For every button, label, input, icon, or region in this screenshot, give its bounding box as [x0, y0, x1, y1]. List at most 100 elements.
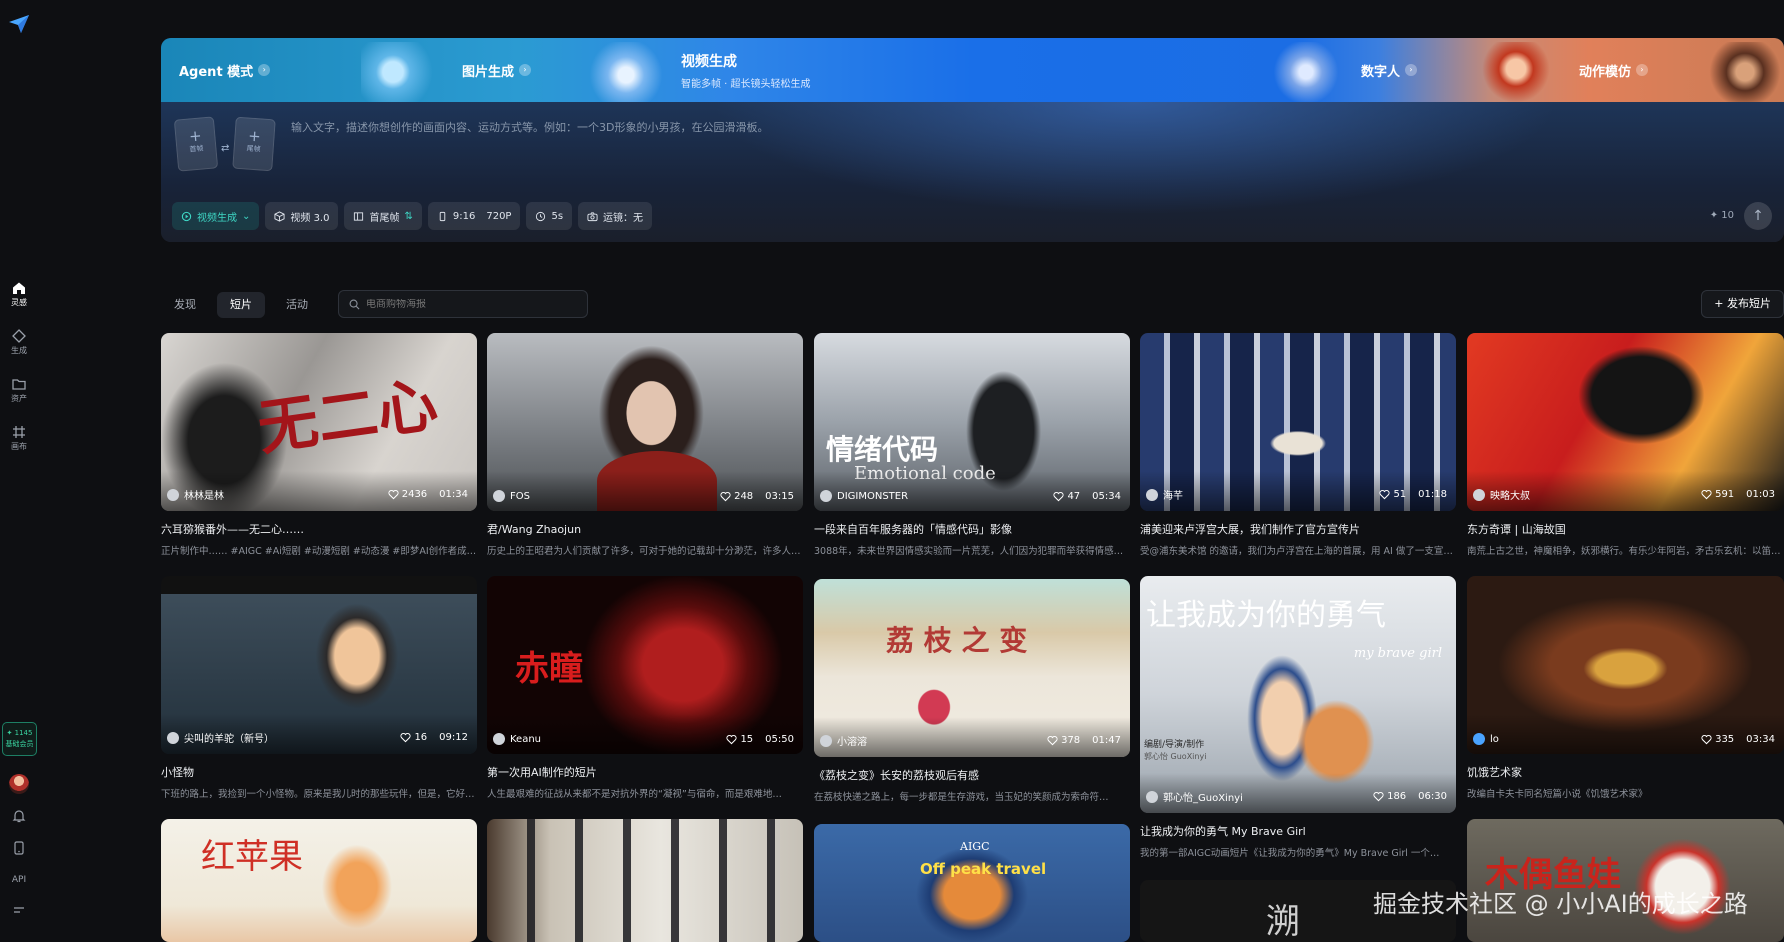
video-thumbnail[interactable]: 荔 枝 之 变 小溶溶 378 01:47	[814, 579, 1130, 757]
card-title[interactable]: 东方奇谭 | 山海故国	[1467, 521, 1784, 537]
video-thumbnail[interactable]: 木偶鱼娃	[1467, 819, 1784, 942]
author-name[interactable]: FOS	[510, 491, 720, 502]
author-name[interactable]: 林林是林	[184, 487, 388, 502]
card-title[interactable]: 浦美迎来卢浮宫大展，我们制作了官方宣传片	[1140, 521, 1456, 537]
tab-events[interactable]: 活动	[273, 292, 321, 318]
thumbnail-title-art: 溯	[1266, 902, 1300, 942]
sidebar-item-assets[interactable]: 资产	[0, 377, 38, 404]
card-title[interactable]: 第一次用AI制作的短片	[487, 764, 803, 780]
card-title[interactable]: 饥饿艺术家	[1467, 764, 1784, 780]
video-thumbnail[interactable]: 情绪代码 Emotional code DIGIMONSTER 47 05:34	[814, 333, 1130, 511]
author-name[interactable]: 映略大叔	[1490, 487, 1701, 502]
video-card[interactable]: 尖叫的羊驼（新号） 16 09:12 小怪物 下班的路上，我捡到一个小怪物。原来…	[161, 576, 477, 800]
vip-membership-badge[interactable]: ✦ 1145 基础会员	[2, 722, 37, 756]
card-title[interactable]: 君/Wang Zhaojun	[487, 521, 803, 537]
card-title[interactable]: 让我成为你的勇气 My Brave Girl	[1140, 823, 1456, 839]
upload-last-frame[interactable]: + 尾帧	[232, 116, 276, 172]
video-card[interactable]: lo 335 03:34 饥饿艺术家 改编自卡夫卡同名短篇小说《饥饿艺术家》	[1467, 576, 1784, 800]
video-thumbnail[interactable]: 让我成为你的勇气 my brave girl 编剧/导演/制作 郭心怡 GuoX…	[1140, 576, 1456, 813]
video-thumbnail[interactable]: 红苹果	[161, 819, 477, 942]
author-name[interactable]: 海芊	[1163, 487, 1379, 502]
prompt-input[interactable]: 输入文字，描述你想创作的画面内容、运动方式等。例如：一个3D形象的小男孩，在公园…	[291, 119, 768, 135]
sidebar-item-canvas[interactable]: 画布	[0, 425, 38, 452]
likes[interactable]: 591	[1701, 489, 1734, 500]
author-name[interactable]: 小溶溶	[837, 733, 1047, 748]
tab-image-generation[interactable]: 图片生成 ›	[462, 38, 532, 102]
likes[interactable]: 47	[1053, 491, 1080, 502]
author-avatar	[1473, 733, 1485, 745]
video-thumbnail[interactable]: 海芊 51 01:18	[1140, 333, 1456, 511]
video-card[interactable]: 让我成为你的勇气 my brave girl 编剧/导演/制作 郭心怡 GuoX…	[1140, 576, 1456, 859]
author-avatar	[820, 734, 832, 747]
sidebar-item-inspiration[interactable]: 灵感	[0, 281, 38, 308]
send-button[interactable]: ↑	[1744, 202, 1772, 230]
sidebar-item-generate[interactable]: 生成	[0, 329, 38, 356]
likes[interactable]: 378	[1047, 735, 1080, 746]
search-box[interactable]	[338, 290, 588, 318]
video-card[interactable]: 映略大叔 591 01:03 东方奇谭 | 山海故国 南荒上古之世，神魔相争，妖…	[1467, 333, 1784, 557]
card-title[interactable]: 一段来自百年服务器的「情感代码」影像	[814, 521, 1130, 537]
author-avatar	[1146, 488, 1158, 501]
author-name[interactable]: lo	[1490, 734, 1701, 745]
card-title[interactable]: 六耳猕猴番外——无二心……	[161, 521, 477, 537]
likes[interactable]: 2436	[388, 489, 427, 500]
swap-icon[interactable]: ⇄	[221, 143, 229, 154]
author-name[interactable]: Keanu	[510, 734, 726, 745]
video-thumbnail[interactable]: 赤瞳 Keanu 15 05:50	[487, 576, 803, 754]
video-thumbnail[interactable]: AIGC Off peak travel	[814, 824, 1130, 942]
bell-icon[interactable]	[11, 808, 27, 824]
author-avatar	[493, 490, 505, 502]
mode-select[interactable]: 视频生成 ⌄	[172, 202, 260, 230]
duration-select[interactable]: 5s	[526, 202, 573, 230]
likes[interactable]: 335	[1701, 734, 1734, 745]
thumbnail-title-art: Off peak travel	[920, 860, 1047, 878]
api-link[interactable]: API	[0, 875, 38, 885]
video-card[interactable]: 海芊 51 01:18 浦美迎来卢浮宫大展，我们制作了官方宣传片 受@浦东美术馆…	[1140, 333, 1456, 557]
tab-discover[interactable]: 发现	[161, 292, 209, 318]
video-card[interactable]: 情绪代码 Emotional code DIGIMONSTER 47 05:34…	[814, 333, 1130, 557]
card-title[interactable]: 小怪物	[161, 764, 477, 780]
video-card[interactable]: AIGC Off peak travel	[814, 824, 1130, 942]
author-name[interactable]: 尖叫的羊驼（新号）	[184, 730, 400, 745]
video-card[interactable]: 荔 枝 之 变 小溶溶 378 01:47 《荔枝之变》长安的荔枝观后有感 在荔…	[814, 579, 1130, 803]
video-card[interactable]: FOS 248 03:15 君/Wang Zhaojun 历史上的王昭君为人们贡…	[487, 333, 803, 557]
tab-video-generation[interactable]: 视频生成 智能多帧 · 超长镜头轻松生成	[681, 38, 811, 102]
tab-agent-mode[interactable]: Agent 模式 ›	[179, 38, 271, 102]
likes[interactable]: 186	[1373, 791, 1406, 802]
video-thumbnail[interactable]: lo 335 03:34	[1467, 576, 1784, 754]
mobile-app-icon[interactable]	[11, 840, 27, 856]
video-card[interactable]: 红苹果	[161, 819, 477, 942]
upload-first-frame[interactable]: + 首帧	[173, 116, 219, 172]
likes[interactable]: 51	[1379, 489, 1406, 500]
video-thumbnail[interactable]	[487, 819, 803, 942]
thumbnail-title-art: 红苹果	[201, 837, 303, 877]
video-card[interactable]	[487, 819, 803, 942]
video-card[interactable]: 无二心 林林是林 2436 01:34 六耳猕猴番外——无二心…… 正片制作中……	[161, 333, 477, 557]
publish-short-button[interactable]: + 发布短片	[1701, 290, 1784, 318]
camera-select[interactable]: 运镜：无	[578, 202, 653, 230]
folder-icon	[12, 379, 26, 390]
vip-label: 基础会员	[5, 740, 34, 748]
likes[interactable]: 16	[400, 732, 427, 743]
video-thumbnail[interactable]: 尖叫的羊驼（新号） 16 09:12	[161, 576, 477, 754]
video-thumbnail[interactable]: 映略大叔 591 01:03	[1467, 333, 1784, 511]
tab-digital-human[interactable]: 数字人 ›	[1361, 38, 1418, 102]
video-card[interactable]: 木偶鱼娃	[1467, 819, 1784, 942]
author-name[interactable]: DIGIMONSTER	[837, 491, 1053, 502]
video-card[interactable]: 赤瞳 Keanu 15 05:50 第一次用AI制作的短片 人生最艰难的征战从来…	[487, 576, 803, 800]
user-avatar[interactable]	[9, 774, 29, 794]
author-name[interactable]: 郭心怡_GuoXinyi	[1163, 789, 1373, 804]
frames-select[interactable]: 首尾帧 ⇅	[344, 202, 422, 230]
model-select[interactable]: 视频 3.0	[265, 202, 339, 230]
tab-shorts[interactable]: 短片	[217, 292, 265, 318]
menu-icon[interactable]	[11, 903, 27, 919]
app-logo[interactable]	[7, 12, 31, 36]
search-input[interactable]	[366, 298, 566, 310]
likes[interactable]: 15	[726, 734, 753, 745]
video-thumbnail[interactable]: 无二心 林林是林 2436 01:34	[161, 333, 477, 511]
ratio-select[interactable]: 9:16 720P	[427, 202, 521, 230]
tab-motion-mimic[interactable]: 动作模仿 ›	[1579, 38, 1649, 102]
video-thumbnail[interactable]: FOS 248 03:15	[487, 333, 803, 511]
likes[interactable]: 248	[720, 491, 753, 502]
card-title[interactable]: 《荔枝之变》长安的荔枝观后有感	[814, 767, 1130, 783]
